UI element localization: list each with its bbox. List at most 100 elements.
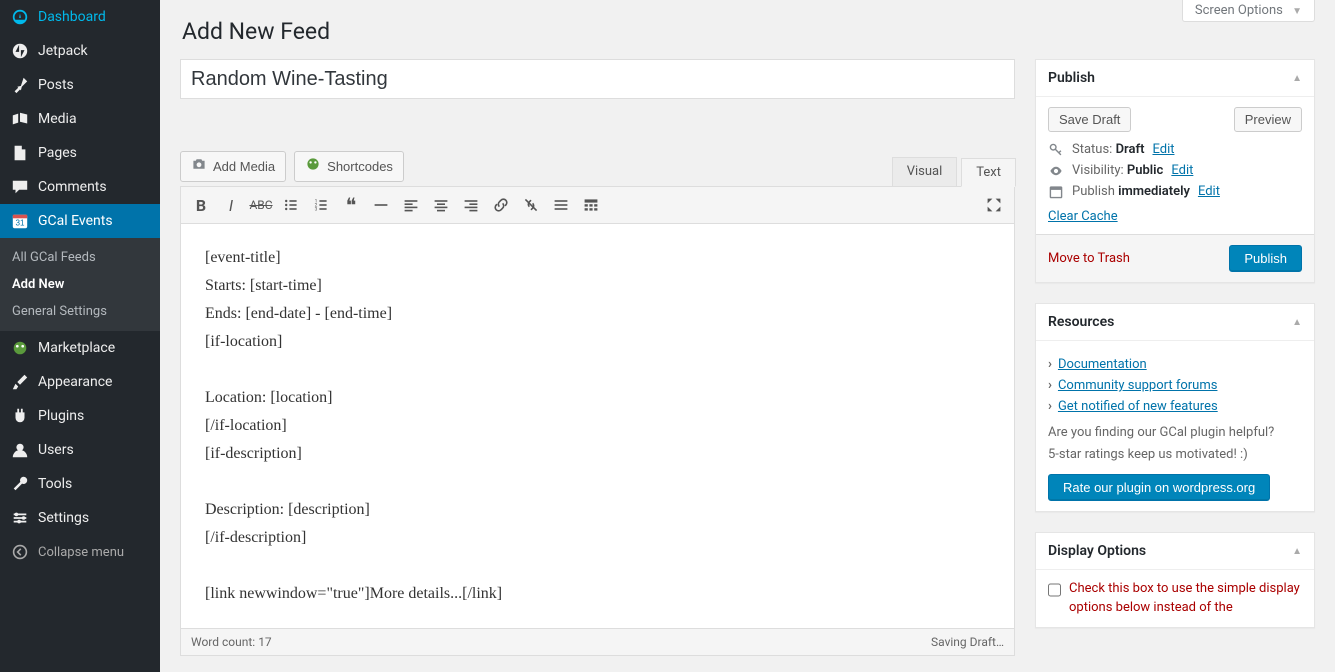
menu-posts[interactable]: Posts <box>0 68 160 102</box>
simple-display-label: Check this box to use the simple display… <box>1069 580 1302 616</box>
tab-text[interactable]: Text <box>961 158 1016 187</box>
editor-content[interactable]: [event-title]Starts: [start-time]Ends: [… <box>181 224 1014 628</box>
calendar-icon: 31 <box>10 211 30 231</box>
hr-button[interactable] <box>367 191 395 219</box>
chevron-up-icon: ▲ <box>1292 73 1302 84</box>
main-content: Screen Options ▼ Add New Feed Add Media … <box>160 0 1335 672</box>
resource-link[interactable]: Documentation <box>1058 357 1147 372</box>
menu-media[interactable]: Media <box>0 102 160 136</box>
editor-line: [if-location] <box>205 328 990 356</box>
editor-line <box>205 552 990 580</box>
resources-panel-toggle[interactable]: Resources ▲ <box>1036 304 1314 341</box>
edit-status-link[interactable]: Edit <box>1152 142 1174 157</box>
editor-line: Location: [location] <box>205 384 990 412</box>
menu-plugins[interactable]: Plugins <box>0 399 160 433</box>
resources-panel: Resources ▲ › Documentation › Community sup… <box>1035 303 1315 512</box>
menu-tools[interactable]: Tools <box>0 467 160 501</box>
media-icon <box>10 109 30 129</box>
link-button[interactable] <box>487 191 515 219</box>
rate-plugin-button[interactable]: Rate our plugin on wordpress.org <box>1048 474 1270 501</box>
submenu-general-settings[interactable]: General Settings <box>0 298 160 325</box>
clear-cache-link[interactable]: Clear Cache <box>1048 209 1118 224</box>
italic-button[interactable]: I <box>217 191 245 219</box>
menu-dashboard[interactable]: Dashboard <box>0 0 160 34</box>
number-list-button[interactable]: 123 <box>307 191 335 219</box>
bullet-list-button[interactable] <box>277 191 305 219</box>
resource-item: › Community support forums <box>1048 378 1302 393</box>
editor-line: Description: [description] <box>205 496 990 524</box>
submenu-gcal: All GCal Feeds Add New General Settings <box>0 238 160 331</box>
save-draft-button[interactable]: Save Draft <box>1048 107 1131 132</box>
menu-label: Comments <box>38 179 107 195</box>
more-button[interactable] <box>547 191 575 219</box>
simple-display-checkbox-row[interactable]: Check this box to use the simple display… <box>1048 580 1302 616</box>
publish-panel: Publish ▲ Save Draft Preview Status: Dra… <box>1035 59 1315 283</box>
resource-link[interactable]: Get notified of new features <box>1058 399 1218 414</box>
unlink-button[interactable] <box>517 191 545 219</box>
collapse-menu[interactable]: Collapse menu <box>0 535 160 569</box>
word-count: Word count: 17 <box>191 635 272 649</box>
screen-options-toggle[interactable]: Screen Options ▼ <box>1182 0 1315 22</box>
resources-title: Resources <box>1048 314 1114 330</box>
strike-button[interactable]: ABC <box>247 191 275 219</box>
chevron-up-icon: ▲ <box>1292 317 1302 328</box>
chevron-right-icon: › <box>1048 378 1052 393</box>
tab-visual[interactable]: Visual <box>892 157 958 186</box>
bold-button[interactable]: B <box>187 191 215 219</box>
edit-visibility-link[interactable]: Edit <box>1171 163 1193 178</box>
menu-jetpack[interactable]: Jetpack <box>0 34 160 68</box>
editor-line: Starts: [start-time] <box>205 272 990 300</box>
status-label: Status: Draft <box>1072 142 1144 157</box>
plug-icon <box>10 406 30 426</box>
editor-status-bar: Word count: 17 Saving Draft… <box>181 628 1014 655</box>
saving-status: Saving Draft… <box>931 635 1004 649</box>
resource-link[interactable]: Community support forums <box>1058 378 1218 393</box>
submenu-all-feeds[interactable]: All GCal Feeds <box>0 244 160 271</box>
editor-line <box>205 468 990 496</box>
help-text-1: Are you finding our GCal plugin helpful? <box>1048 424 1302 442</box>
fullscreen-button[interactable] <box>980 191 1008 219</box>
menu-label: Pages <box>38 145 77 161</box>
menu-label: Marketplace <box>38 340 115 356</box>
menu-label: Plugins <box>38 408 84 424</box>
sliders-icon <box>10 508 30 528</box>
feed-title-input[interactable] <box>180 59 1015 99</box>
edit-schedule-link[interactable]: Edit <box>1198 184 1220 199</box>
preview-button[interactable]: Preview <box>1234 107 1302 132</box>
screen-options-label: Screen Options <box>1195 3 1283 18</box>
page-title: Add New Feed <box>182 18 1315 45</box>
menu-appearance[interactable]: Appearance <box>0 365 160 399</box>
display-options-toggle[interactable]: Display Options ▲ <box>1036 533 1314 570</box>
menu-users[interactable]: Users <box>0 433 160 467</box>
blockquote-button[interactable]: ❝ <box>337 191 365 219</box>
users-icon <box>10 440 30 460</box>
submenu-add-new[interactable]: Add New <box>0 271 160 298</box>
chevron-right-icon: › <box>1048 357 1052 372</box>
editor-line: [if-description] <box>205 440 990 468</box>
chevron-down-icon: ▼ <box>1292 6 1302 17</box>
publish-button[interactable]: Publish <box>1229 245 1302 272</box>
toolbar-toggle-button[interactable] <box>577 191 605 219</box>
editor-line: [link newwindow="true"]More details...[/… <box>205 580 990 608</box>
eye-icon <box>1048 164 1064 178</box>
menu-label: Dashboard <box>38 9 106 25</box>
menu-label: Posts <box>38 77 74 93</box>
simple-display-checkbox[interactable] <box>1048 582 1061 598</box>
collapse-label: Collapse menu <box>38 545 124 560</box>
marketplace-icon <box>10 338 30 358</box>
align-left-button[interactable] <box>397 191 425 219</box>
publish-panel-toggle[interactable]: Publish ▲ <box>1036 60 1314 97</box>
jetpack-icon <box>10 41 30 61</box>
align-center-button[interactable] <box>427 191 455 219</box>
menu-label: Tools <box>38 476 72 492</box>
menu-marketplace[interactable]: Marketplace <box>0 331 160 365</box>
menu-comments[interactable]: Comments <box>0 170 160 204</box>
menu-settings[interactable]: Settings <box>0 501 160 535</box>
menu-gcal-events[interactable]: 31 GCal Events <box>0 204 160 238</box>
chevron-right-icon: › <box>1048 399 1052 414</box>
dashboard-icon <box>10 7 30 27</box>
align-right-button[interactable] <box>457 191 485 219</box>
move-to-trash-link[interactable]: Move to Trash <box>1048 251 1130 266</box>
editor-toolbar: B I ABC 123 ❝ <box>181 187 1014 224</box>
menu-pages[interactable]: Pages <box>0 136 160 170</box>
